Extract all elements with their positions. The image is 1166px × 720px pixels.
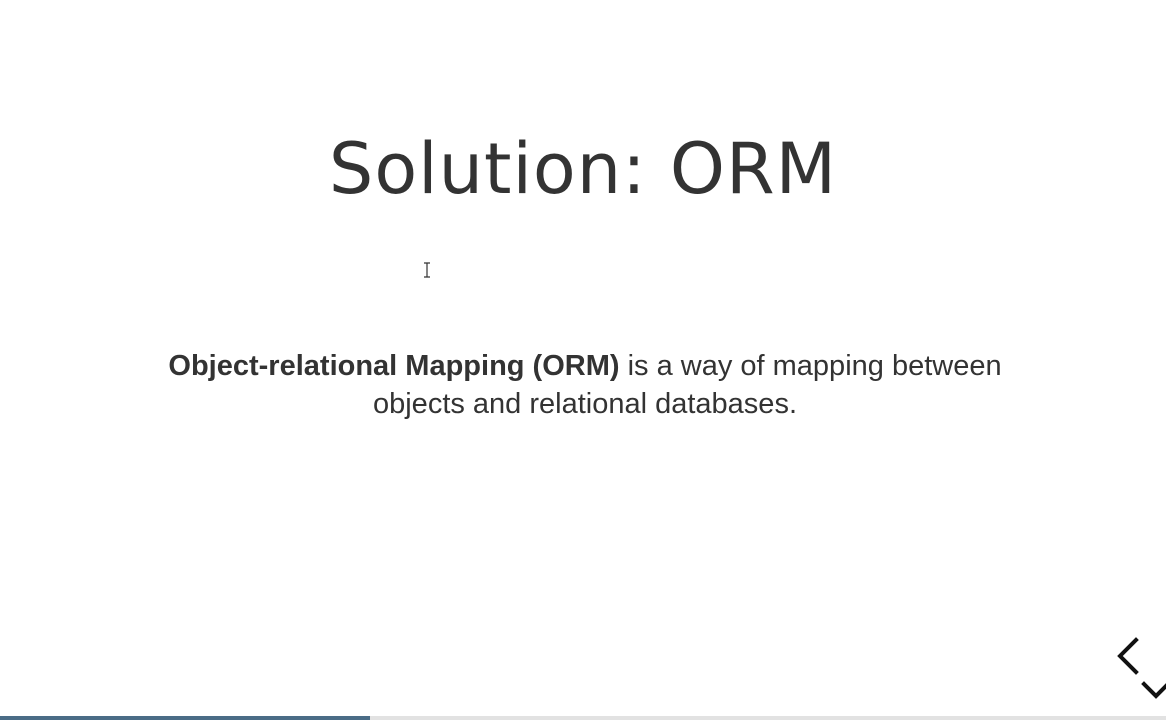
progress-fill [0, 716, 370, 720]
slide-body-text: Object-relational Mapping (ORM) is a way… [150, 347, 1020, 423]
chevron-left-icon[interactable] [1114, 636, 1144, 680]
progress-bar [0, 716, 1166, 720]
slide-title: Solution: ORM [328, 128, 838, 210]
chevron-down-icon[interactable] [1140, 676, 1166, 706]
text-cursor-icon [424, 262, 430, 278]
orm-term: Object-relational Mapping (ORM) [168, 350, 620, 382]
navigation-controls [1106, 632, 1166, 712]
slide: Solution: ORM Object-relational Mapping … [0, 0, 1166, 716]
